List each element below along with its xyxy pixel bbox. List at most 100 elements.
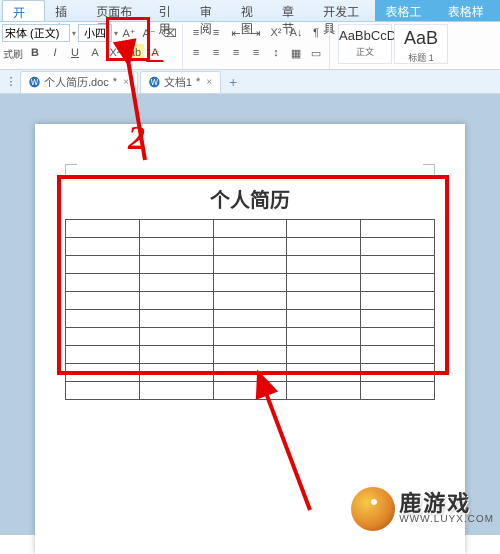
clear-format-button[interactable]: ⌫ <box>160 24 178 42</box>
underline-button[interactable]: U <box>66 44 84 62</box>
table-cell[interactable] <box>139 310 213 328</box>
table-cell[interactable] <box>361 382 435 400</box>
tab-review[interactable]: 审阅 <box>190 0 231 21</box>
table-row[interactable] <box>66 364 435 382</box>
document-title[interactable]: 个人简历 <box>65 184 435 213</box>
tab-table-tools[interactable]: 表格工具 <box>375 0 437 21</box>
table-cell[interactable] <box>66 256 140 274</box>
table-cell[interactable] <box>139 382 213 400</box>
dropdown-icon[interactable]: ▾ <box>114 29 118 38</box>
bold-button[interactable]: B <box>26 44 44 62</box>
close-icon[interactable]: × <box>121 77 129 88</box>
table-cell[interactable] <box>66 292 140 310</box>
table-cell[interactable] <box>66 382 140 400</box>
table-cell[interactable] <box>361 346 435 364</box>
editor-canvas[interactable]: 个人简历 <box>0 94 500 535</box>
tab-insert[interactable]: 插入 <box>45 0 86 21</box>
table-row[interactable] <box>66 256 435 274</box>
table-cell[interactable] <box>66 328 140 346</box>
tab-references[interactable]: 引用 <box>149 0 190 21</box>
style-heading1[interactable]: AaB 标题 1 <box>394 24 448 64</box>
style-normal[interactable]: AaBbCcDd 正文 <box>338 24 392 64</box>
paragraph-mark-button[interactable]: ¶ <box>307 24 325 42</box>
table-cell[interactable] <box>287 256 361 274</box>
grow-font-button[interactable]: A⁺ <box>120 24 138 42</box>
table-cell[interactable] <box>361 274 435 292</box>
table-row[interactable] <box>66 310 435 328</box>
table-cell[interactable] <box>213 382 287 400</box>
doctab-prev[interactable]: ⋮ <box>4 73 18 91</box>
strike-button[interactable]: A <box>86 44 104 62</box>
align-left-button[interactable]: ≡ <box>187 44 205 62</box>
table-cell[interactable] <box>287 328 361 346</box>
shading-button[interactable]: ▦ <box>287 44 305 62</box>
table-cell[interactable] <box>287 238 361 256</box>
align-justify-button[interactable]: ≡ <box>247 44 265 62</box>
shrink-font-button[interactable]: A⁻ <box>140 24 158 42</box>
table-cell[interactable] <box>361 238 435 256</box>
table-row[interactable] <box>66 274 435 292</box>
dropdown-icon[interactable]: ▾ <box>72 29 76 38</box>
table-cell[interactable] <box>139 274 213 292</box>
doctab-doc1[interactable]: 🅦 文档1 * × <box>140 71 221 93</box>
highlight-button[interactable]: ab <box>126 44 144 62</box>
table-cell[interactable] <box>287 274 361 292</box>
indent-dec-button[interactable]: ⇤ <box>227 24 245 42</box>
table-cell[interactable] <box>287 346 361 364</box>
close-icon[interactable]: × <box>204 77 212 88</box>
table-cell[interactable] <box>66 238 140 256</box>
doctab-resume[interactable]: 🅦 个人简历.doc * × <box>20 71 138 93</box>
numbering-button[interactable]: ≡ <box>207 24 225 42</box>
table-cell[interactable] <box>66 220 140 238</box>
table-cell[interactable] <box>139 238 213 256</box>
table-row[interactable] <box>66 220 435 238</box>
borders-button[interactable]: ▭ <box>307 44 325 62</box>
table-cell[interactable] <box>213 310 287 328</box>
table-cell[interactable] <box>361 256 435 274</box>
align-right-button[interactable]: ≡ <box>227 44 245 62</box>
table-row[interactable] <box>66 292 435 310</box>
table-cell[interactable] <box>213 220 287 238</box>
table-cell[interactable] <box>361 220 435 238</box>
table-cell[interactable] <box>213 292 287 310</box>
tab-start[interactable]: 开始 <box>2 0 45 21</box>
table-cell[interactable] <box>361 310 435 328</box>
table-row[interactable] <box>66 238 435 256</box>
table-cell[interactable] <box>287 364 361 382</box>
table-cell[interactable] <box>213 364 287 382</box>
tab-developer[interactable]: 开发工具 <box>313 0 375 21</box>
table-cell[interactable] <box>66 346 140 364</box>
table-cell[interactable] <box>361 328 435 346</box>
table-cell[interactable] <box>361 292 435 310</box>
italic-button[interactable]: I <box>46 44 64 62</box>
table-cell[interactable] <box>213 346 287 364</box>
table-row[interactable] <box>66 328 435 346</box>
tab-page-layout[interactable]: 页面布局 <box>86 0 148 21</box>
font-color-button[interactable]: A <box>146 44 164 62</box>
resume-table[interactable] <box>65 219 435 400</box>
sup-button[interactable]: X² <box>267 24 285 42</box>
table-cell[interactable] <box>139 346 213 364</box>
tab-sections[interactable]: 章节 <box>272 0 313 21</box>
table-cell[interactable] <box>287 220 361 238</box>
table-cell[interactable] <box>66 364 140 382</box>
table-cell[interactable] <box>213 256 287 274</box>
table-cell[interactable] <box>66 274 140 292</box>
table-row[interactable] <box>66 346 435 364</box>
table-cell[interactable] <box>139 256 213 274</box>
table-cell[interactable] <box>287 382 361 400</box>
table-cell[interactable] <box>287 292 361 310</box>
superscript-button[interactable]: X² <box>106 44 124 62</box>
table-cell[interactable] <box>213 274 287 292</box>
table-cell[interactable] <box>139 220 213 238</box>
table-cell[interactable] <box>361 364 435 382</box>
table-cell[interactable] <box>287 310 361 328</box>
bullets-button[interactable]: ≡ <box>187 24 205 42</box>
table-cell[interactable] <box>139 292 213 310</box>
doctab-add-button[interactable]: + <box>223 72 243 92</box>
table-cell[interactable] <box>139 364 213 382</box>
tab-table-styles[interactable]: 表格样式 <box>438 0 500 21</box>
format-painter-button[interactable]: 式刷 <box>2 44 24 62</box>
table-cell[interactable] <box>213 238 287 256</box>
table-cell[interactable] <box>66 310 140 328</box>
